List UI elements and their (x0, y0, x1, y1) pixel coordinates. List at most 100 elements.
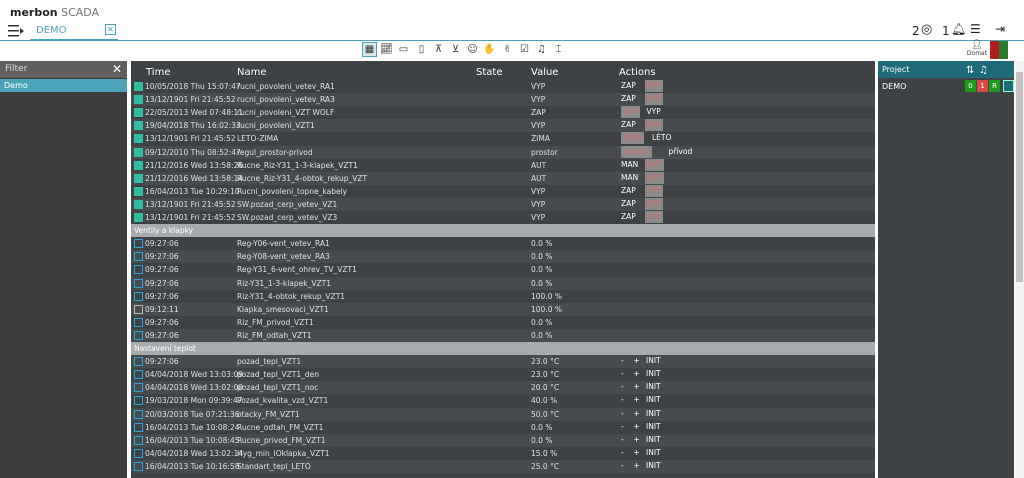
close-icon[interactable]: ✕ (105, 24, 116, 35)
table-row[interactable]: 13/12/1901 Fri 21:45:52 SW.pozad_cerp_vet… (131, 197, 875, 211)
action-button[interactable]: + (634, 434, 640, 446)
tab-demo[interactable]: DEMO ✕ (30, 22, 118, 41)
status-badge[interactable]: R (989, 80, 1000, 92)
action-button[interactable]: MAN (621, 159, 638, 171)
action-button[interactable]: VYP (644, 197, 663, 210)
row-checkbox[interactable] (134, 383, 143, 393)
action-button[interactable]: AUT (644, 158, 664, 171)
table-row[interactable]: 22/05/2013 Wed 07:48:11 rucni_povoleni_VZ… (131, 106, 875, 119)
group-header[interactable]: Ventily a klapky (131, 224, 875, 238)
row-checkbox[interactable] (134, 160, 143, 170)
table-row[interactable]: 21/12/2016 Wed 13:58:14 Rucne_Riz-Y31_4-o… (131, 171, 875, 185)
action-button[interactable]: - (621, 355, 624, 367)
row-checkbox[interactable] (134, 330, 143, 340)
bell-icon[interactable]: ♫ (534, 42, 549, 57)
action-button[interactable]: přívod (669, 146, 693, 158)
row-checkbox[interactable] (134, 291, 143, 301)
row-checkbox[interactable] (134, 422, 143, 432)
table-icon[interactable]: ▦ (362, 42, 377, 57)
action-button[interactable]: - (621, 421, 624, 433)
down-circle-icon[interactable]: ⊻ (448, 42, 463, 57)
group-header[interactable]: Nastavení teplot (131, 342, 875, 355)
table-row[interactable]: 09:27:06 Reg-Y31_6-vent_ohrev_TV_VZT1 0.0 … (131, 263, 875, 276)
row-checkbox[interactable] (134, 317, 143, 327)
action-button[interactable]: + (634, 394, 640, 406)
table-row[interactable]: 19/04/2018 Thu 16:02:33 rucni_povoleni_VZ… (131, 119, 875, 133)
table-row[interactable]: 16/04/2013 Tue 10:29:10 Rucni_povoleni_to… (131, 184, 875, 198)
col-value[interactable]: Value (531, 67, 558, 78)
table-row[interactable]: 20/03/2018 Tue 07:21:36 otacky_FM_VZT1 50.… (131, 407, 875, 421)
action-button[interactable]: prostor (621, 145, 652, 158)
action-button[interactable]: + (634, 355, 640, 367)
table-row[interactable]: 10/05/2018 Thu 15:07:47 rucni_povoleni_ve… (131, 80, 875, 93)
row-checkbox[interactable] (134, 108, 143, 118)
smile-icon[interactable]: ☺ (465, 42, 480, 57)
action-button[interactable]: - (621, 434, 624, 446)
row-checkbox[interactable] (134, 95, 143, 105)
sort-icon[interactable]: ⇅ (966, 65, 974, 76)
row-checkbox[interactable] (134, 134, 143, 144)
row-checkbox[interactable] (134, 173, 143, 183)
row-checkbox[interactable] (134, 396, 143, 406)
action-button[interactable]: AUT (644, 171, 664, 184)
status-badge[interactable]: 0 (965, 80, 976, 92)
action-button[interactable]: + (634, 408, 640, 420)
row-checkbox[interactable] (134, 304, 143, 314)
thumb-down-icon[interactable]: ✋ (482, 42, 497, 57)
table-row[interactable]: 04/04/2018 Wed 13:02:00 pozad_tepl_VZT1_n… (131, 381, 875, 395)
row-checkbox[interactable] (134, 448, 143, 458)
action-button[interactable]: - (621, 460, 624, 472)
action-button[interactable]: - (621, 368, 624, 380)
action-button[interactable]: + (634, 381, 640, 393)
action-button[interactable]: - (621, 394, 624, 406)
action-button[interactable]: ZAP (621, 211, 636, 223)
action-button[interactable]: + (634, 421, 640, 433)
action-button[interactable]: - (621, 408, 624, 420)
table-row[interactable]: 16/04/2013 Tue 10:08:45 Rucne_privod_FM_V… (131, 433, 875, 447)
chart-icon[interactable]: 📈︎ (379, 42, 394, 57)
action-button[interactable]: INIT (646, 408, 661, 420)
table-row[interactable]: 09:27:06 Riz_FM_privod_VZT1 0.0 % (131, 316, 875, 329)
filter-item-demo[interactable]: Demo (0, 79, 127, 92)
action-button[interactable]: VYP (644, 119, 663, 132)
table-row[interactable]: 16/04/2013 Tue 10:16:58 Standart_tepl_LET… (131, 459, 875, 473)
table-row[interactable]: 09:27:06 Riz-Y31_1-3-klapek_VZT1 0.0 % (131, 276, 875, 290)
text-cursor-icon[interactable]: ⌶ (551, 42, 566, 57)
col-time[interactable]: Time (146, 67, 170, 78)
alarm-icon[interactable]: ◎ (921, 22, 932, 37)
scrollbar-thumb[interactable] (1016, 72, 1023, 282)
action-button[interactable]: INIT (646, 394, 661, 406)
action-button[interactable]: VYP (644, 93, 663, 106)
action-button[interactable]: INIT (646, 460, 661, 472)
action-button[interactable]: - (621, 447, 624, 459)
user-menu[interactable]: 👤︎ Domat (966, 41, 988, 61)
action-button[interactable]: ZAP (621, 198, 636, 210)
row-checkbox[interactable] (134, 252, 143, 262)
checkbox-icon[interactable]: ☑ (517, 42, 532, 57)
table-row[interactable]: 04/04/2018 Wed 13:02:14 Hyg_min_IOklapka_… (131, 447, 875, 460)
action-button[interactable]: VYP (647, 106, 661, 118)
row-checkbox[interactable] (134, 370, 143, 380)
row-checkbox[interactable] (134, 147, 143, 157)
status-badge[interactable]: 1 (977, 80, 988, 92)
action-button[interactable]: ZIMA (621, 132, 644, 145)
action-button[interactable]: INIT (646, 381, 661, 393)
row-checkbox[interactable] (134, 186, 143, 196)
row-checkbox[interactable] (134, 409, 143, 419)
table-row[interactable]: 04/04/2018 Wed 13:03:09 pozad_tepl_VZT1_d… (131, 368, 875, 381)
row-checkbox[interactable] (134, 121, 143, 131)
row-checkbox[interactable] (134, 461, 143, 471)
action-button[interactable]: ZAP (621, 93, 636, 105)
action-button[interactable]: - (621, 381, 624, 393)
image-icon[interactable] (1003, 80, 1014, 92)
table-row[interactable]: 13/12/1901 Fri 21:45:52 SW.pozad_cerp_vet… (131, 211, 875, 224)
action-button[interactable]: VYP (644, 184, 663, 197)
close-filter-icon[interactable]: ✕ (112, 62, 122, 76)
row-checkbox[interactable] (134, 199, 143, 209)
table-row[interactable]: 13/12/1901 Fri 21:45:52 LETO-ZIMA ZIMA ZIMA… (131, 132, 875, 145)
action-button[interactable]: + (634, 368, 640, 380)
action-button[interactable]: ZAP (621, 80, 636, 92)
row-checkbox[interactable] (134, 82, 143, 91)
table-row[interactable]: 19/03/2018 Mon 09:39:47 Pozad_kvalita_vzd… (131, 394, 875, 407)
table-row[interactable]: 09:27:06 pozad_tepl_VZT1 23.0 °C - + INIT (131, 355, 875, 369)
